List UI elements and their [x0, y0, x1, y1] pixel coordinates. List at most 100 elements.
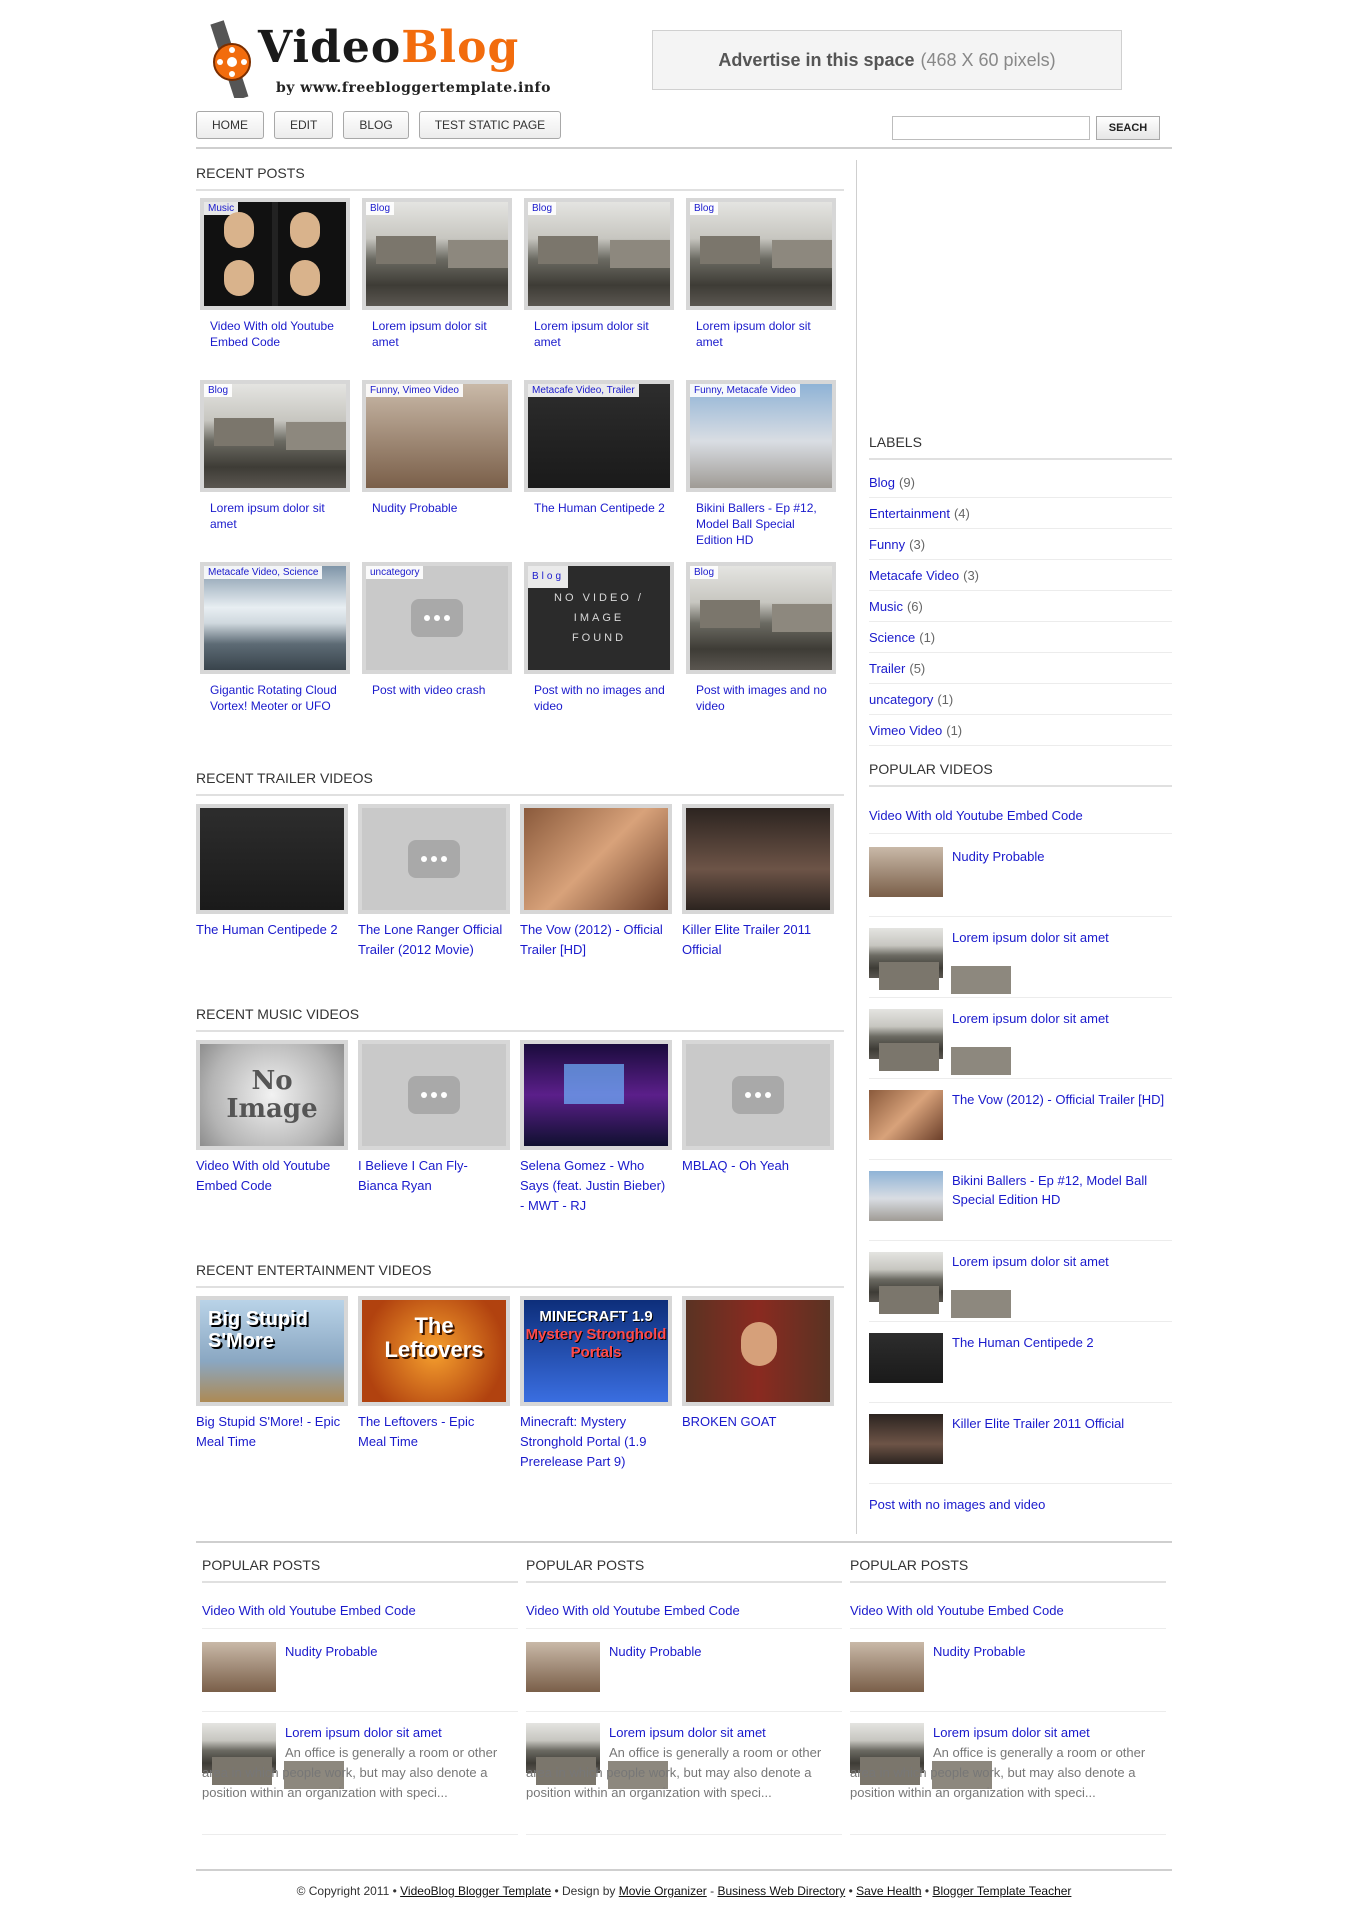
video-card[interactable]: No Image Video With old Youtube Embed Co… — [196, 1040, 348, 1196]
label-name[interactable]: Blog — [869, 475, 895, 490]
footer-post-title[interactable]: Nudity Probable — [933, 1642, 1165, 1661]
post-thumbnail[interactable]: Blog NO VIDEO / IMAGE FOUND — [524, 562, 674, 674]
footer-post-title[interactable]: Lorem ipsum dolor sit amet — [933, 1723, 1165, 1742]
post-card[interactable]: Blog Lorem ipsum dolor sit amet — [200, 380, 350, 532]
post-tag[interactable]: Blog — [690, 566, 719, 579]
post-thumbnail[interactable]: Funny, Vimeo Video — [362, 380, 512, 492]
video-title[interactable]: Killer Elite Trailer 2011 Official — [682, 920, 834, 960]
label-name[interactable]: Science — [869, 630, 915, 645]
post-card[interactable]: Blog Lorem ipsum dolor sit amet — [362, 198, 512, 350]
template-link[interactable]: VideoBlog Blogger Template — [400, 1884, 551, 1898]
footer-post-item[interactable]: Nudity Probable — [850, 1642, 1166, 1712]
popular-video-item[interactable]: The Vow (2012) - Official Trailer [HD] — [869, 1090, 1172, 1160]
video-card[interactable]: The Leftovers The Leftovers - Epic Meal … — [358, 1296, 510, 1452]
video-card[interactable]: MBLAQ - Oh Yeah — [682, 1040, 834, 1176]
post-card[interactable]: Blog Post with images and no video — [686, 562, 836, 714]
post-tag[interactable]: Funny, Vimeo Video — [366, 384, 463, 397]
video-title[interactable]: Minecraft: Mystery Stronghold Portal (1.… — [520, 1412, 672, 1472]
footer-post-item[interactable]: Lorem ipsum dolor sit amet An office is … — [850, 1723, 1166, 1835]
post-title[interactable]: Post with video crash — [362, 682, 512, 698]
advertise-banner[interactable]: Advertise in this space (468 X 60 pixels… — [652, 30, 1122, 90]
video-title[interactable]: The Leftovers - Epic Meal Time — [358, 1412, 510, 1452]
video-title[interactable]: Selena Gomez - Who Says (feat. Justin Bi… — [520, 1156, 672, 1216]
search-input[interactable] — [892, 116, 1090, 140]
post-title[interactable]: Bikini Ballers - Ep #12, Model Ball Spec… — [686, 500, 836, 548]
post-card[interactable]: Blog Lorem ipsum dolor sit amet — [686, 198, 836, 350]
label-item-trailer[interactable]: Trailer (5) — [869, 661, 1172, 684]
post-thumbnail[interactable]: Blog — [362, 198, 512, 310]
popular-video-item[interactable]: Video With old Youtube Embed Code — [869, 806, 1172, 834]
post-thumbnail[interactable]: Metacafe Video, Science — [200, 562, 350, 674]
video-thumbnail[interactable] — [682, 1296, 834, 1406]
label-item-science[interactable]: Science (1) — [869, 630, 1172, 653]
post-tag[interactable]: Blog — [528, 202, 557, 215]
popular-video-item[interactable]: Lorem ipsum dolor sit amet — [869, 1252, 1172, 1322]
post-card[interactable]: Funny, Vimeo Video Nudity Probable — [362, 380, 512, 516]
post-card[interactable]: Music Video With old Youtube Embed Code — [200, 198, 350, 350]
label-name[interactable]: Vimeo Video — [869, 723, 942, 738]
post-title[interactable]: Post with no images and video — [524, 682, 674, 714]
footer-post-thumbnail[interactable] — [850, 1642, 924, 1692]
nav-home[interactable]: HOME — [196, 111, 264, 139]
post-title[interactable]: Lorem ipsum dolor sit amet — [200, 500, 350, 532]
video-card[interactable]: The Vow (2012) - Official Trailer [HD] — [520, 804, 672, 960]
footer-post-item[interactable]: Nudity Probable — [526, 1642, 842, 1712]
popular-video-item[interactable]: The Human Centipede 2 — [869, 1333, 1172, 1403]
footer-post-item[interactable]: Lorem ipsum dolor sit amet An office is … — [202, 1723, 518, 1835]
post-thumbnail[interactable]: Metacafe Video, Trailer — [524, 380, 674, 492]
post-card[interactable]: Metacafe Video, Trailer The Human Centip… — [524, 380, 674, 516]
video-title[interactable]: MBLAQ - Oh Yeah — [682, 1156, 834, 1176]
post-thumbnail[interactable]: Blog — [686, 198, 836, 310]
popular-video-title[interactable]: The Vow (2012) - Official Trailer [HD] — [952, 1090, 1172, 1109]
video-card[interactable]: BROKEN GOAT — [682, 1296, 834, 1432]
label-name[interactable]: Entertainment — [869, 506, 950, 521]
post-card[interactable]: Blog NO VIDEO / IMAGE FOUND Post with no… — [524, 562, 674, 714]
post-tag[interactable]: Funny, Metacafe Video — [690, 384, 800, 397]
post-title[interactable]: The Human Centipede 2 — [524, 500, 674, 516]
video-title[interactable]: The Lone Ranger Official Trailer (2012 M… — [358, 920, 510, 960]
footer-post-title[interactable]: Video With old Youtube Embed Code — [526, 1601, 842, 1620]
footer-post-item[interactable]: Video With old Youtube Embed Code — [850, 1601, 1166, 1629]
label-name[interactable]: Music — [869, 599, 903, 614]
video-title[interactable]: BROKEN GOAT — [682, 1412, 834, 1432]
popular-video-item[interactable]: Lorem ipsum dolor sit amet — [869, 928, 1172, 998]
label-item-blog[interactable]: Blog (9) — [869, 475, 1172, 498]
blogger-template-teacher-link[interactable]: Blogger Template Teacher — [932, 1884, 1071, 1898]
popular-video-thumbnail[interactable] — [869, 1009, 943, 1071]
footer-post-title[interactable]: Nudity Probable — [285, 1642, 517, 1661]
label-name[interactable]: Funny — [869, 537, 905, 552]
post-thumbnail[interactable]: uncategory — [362, 562, 512, 674]
label-name[interactable]: Metacafe Video — [869, 568, 959, 583]
popular-video-title[interactable]: The Human Centipede 2 — [952, 1333, 1172, 1352]
post-thumbnail[interactable]: Funny, Metacafe Video — [686, 380, 836, 492]
video-card[interactable]: I Believe I Can Fly-Bianca Ryan — [358, 1040, 510, 1196]
post-thumbnail[interactable]: Blog — [524, 198, 674, 310]
post-title[interactable]: Lorem ipsum dolor sit amet — [524, 318, 674, 350]
post-tag[interactable]: Metacafe Video, Science — [204, 566, 323, 579]
video-thumbnail[interactable]: Big Stupid S'More — [196, 1296, 348, 1406]
popular-video-title[interactable]: Bikini Ballers - Ep #12, Model Ball Spec… — [952, 1171, 1172, 1209]
post-title[interactable]: Post with images and no video — [686, 682, 836, 714]
video-thumbnail[interactable] — [520, 1040, 672, 1150]
post-tag[interactable]: Metacafe Video, Trailer — [528, 384, 639, 397]
nav-test-static-page[interactable]: TEST STATIC PAGE — [418, 111, 562, 139]
post-tag[interactable]: Blog — [690, 202, 719, 215]
post-thumbnail[interactable]: Music — [200, 198, 350, 310]
popular-video-title[interactable]: Killer Elite Trailer 2011 Official — [952, 1414, 1172, 1433]
label-item-funny[interactable]: Funny (3) — [869, 537, 1172, 560]
post-tag[interactable]: uncategory — [366, 566, 424, 579]
footer-post-thumbnail[interactable] — [526, 1642, 600, 1692]
video-card[interactable]: Selena Gomez - Who Says (feat. Justin Bi… — [520, 1040, 672, 1216]
video-card[interactable]: MINECRAFT 1.9 Mystery Stronghold Portals… — [520, 1296, 672, 1472]
popular-video-title[interactable]: Post with no images and video — [869, 1495, 1172, 1514]
video-title[interactable]: The Vow (2012) - Official Trailer [HD] — [520, 920, 672, 960]
video-thumbnail[interactable] — [682, 804, 834, 914]
video-thumbnail[interactable] — [682, 1040, 834, 1150]
post-card[interactable]: uncategory Post with video crash — [362, 562, 512, 698]
site-logo[interactable]: VideoBlog by www.freebloggertemplate.inf… — [206, 14, 556, 100]
footer-post-title[interactable]: Lorem ipsum dolor sit amet — [285, 1723, 517, 1742]
post-title[interactable]: Video With old Youtube Embed Code — [200, 318, 350, 350]
popular-video-item[interactable]: Lorem ipsum dolor sit amet — [869, 1009, 1172, 1079]
video-title[interactable]: Big Stupid S'More! - Epic Meal Time — [196, 1412, 348, 1452]
label-item-music[interactable]: Music (6) — [869, 599, 1172, 622]
